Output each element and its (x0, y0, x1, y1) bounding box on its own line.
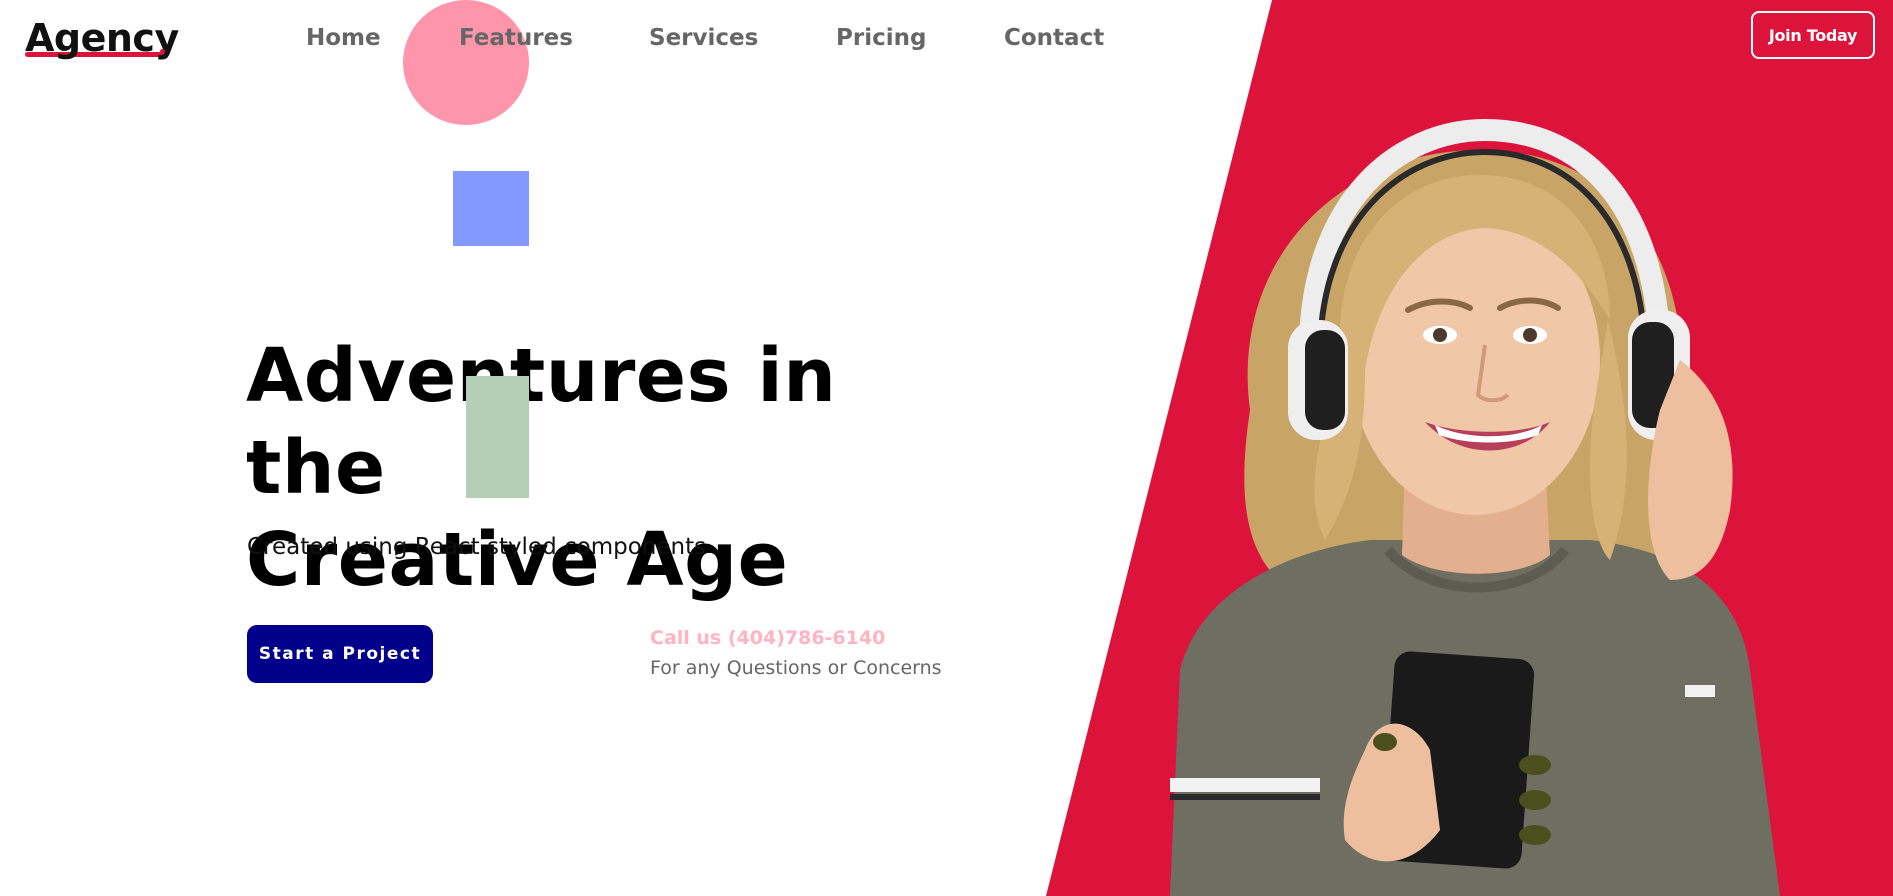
logo-dot (160, 49, 165, 54)
nav-features[interactable]: Features (459, 21, 573, 55)
hero-title-line1: Adventures in the (246, 333, 837, 511)
nav-services[interactable]: Services (649, 21, 758, 55)
nav-pricing[interactable]: Pricing (836, 21, 926, 55)
call-us-link[interactable]: Call us (404)786-6140 (650, 627, 885, 649)
decorative-rectangle (466, 376, 529, 498)
join-today-button[interactable]: Join Today (1751, 11, 1875, 59)
nav-contact[interactable]: Contact (1004, 21, 1104, 55)
hero-title-line2: Creative Age (246, 517, 789, 603)
woman-with-headphones-image (1170, 118, 1780, 896)
hero-subtitle: Created using React styled components (247, 534, 707, 560)
start-project-button[interactable]: Start a Project (247, 625, 433, 683)
decorative-square (453, 171, 529, 246)
hero-title: Adventures in the Creative Age (246, 330, 966, 606)
logo[interactable]: Agency (25, 14, 179, 62)
nav-home[interactable]: Home (306, 21, 381, 55)
call-subtext: For any Questions or Concerns (650, 657, 942, 679)
decorative-circle (403, 0, 529, 125)
